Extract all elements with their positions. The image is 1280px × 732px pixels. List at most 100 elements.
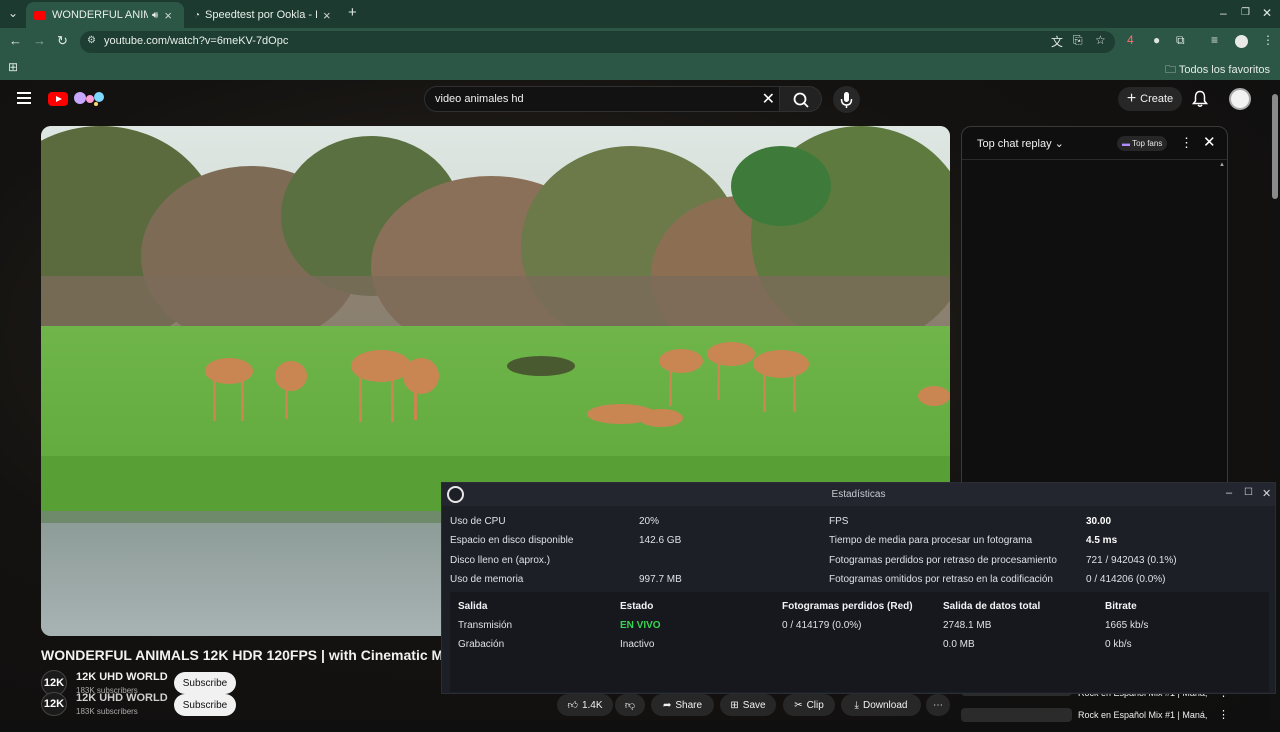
save-playlist-icon: ⊞ bbox=[730, 699, 739, 711]
bookmarks-bar: ⊞ 🗀︎ Todos los favoritos bbox=[0, 56, 1280, 80]
dislike-button[interactable]: 👎︎ bbox=[615, 694, 645, 716]
stat-value: 4.5 ms bbox=[1086, 535, 1118, 546]
all-bookmarks-label: Todos los favoritos bbox=[1178, 64, 1270, 76]
all-bookmarks[interactable]: 🗀︎ Todos los favoritos bbox=[1165, 61, 1270, 80]
new-tab-icon[interactable]: + bbox=[348, 4, 357, 21]
reading-list-icon[interactable]: ≡ bbox=[1211, 33, 1218, 47]
reload-icon[interactable]: ↻ bbox=[57, 33, 68, 49]
menu-hamburger-icon[interactable] bbox=[17, 92, 31, 107]
share-button[interactable]: ➦ Share bbox=[651, 694, 714, 716]
recommendation-item[interactable]: Rock en Español Mix #1 | Maná, ⋮ bbox=[961, 706, 1229, 732]
search-input[interactable]: video animales hd bbox=[435, 93, 524, 105]
translate-icon[interactable]: 文 bbox=[1051, 33, 1063, 50]
stat-label: Espacio en disco disponible bbox=[450, 535, 574, 546]
clip-label: Clip bbox=[806, 699, 824, 711]
download-button[interactable]: ⤓ Download bbox=[841, 694, 921, 716]
stat-value: 0 / 414206 (0.0%) bbox=[1086, 574, 1166, 585]
more-horizontal-icon: ⋯ bbox=[933, 699, 943, 711]
address-bar[interactable]: ⚙ youtube.com/watch?v=6meKV-7dOpc bbox=[80, 31, 1115, 53]
profile-avatar-icon[interactable] bbox=[1235, 35, 1248, 48]
youtube-doodle-icon[interactable] bbox=[72, 89, 106, 109]
cast-icon[interactable]: ⎘ bbox=[1073, 33, 1083, 48]
extension-icon[interactable]: 4 bbox=[1127, 33, 1134, 47]
column-header: Fotogramas perdidos (Red) bbox=[782, 601, 913, 612]
apps-grid-icon[interactable]: ⊞ bbox=[8, 60, 18, 74]
close-window-icon[interactable]: ✕ bbox=[1262, 6, 1272, 20]
menu-kebab-icon[interactable]: ⋮ bbox=[1262, 33, 1274, 47]
like-button[interactable]: 👍︎ 1.4K bbox=[557, 694, 613, 716]
minimize-icon[interactable]: – bbox=[1226, 487, 1232, 499]
recommendation-more-icon[interactable]: ⋮ bbox=[1218, 708, 1229, 721]
recommendation-title[interactable]: Rock en Español Mix #1 | Maná, bbox=[1078, 710, 1207, 720]
subscribe-button[interactable]: Subscribe bbox=[174, 694, 236, 716]
table-cell: 0 / 414179 (0.0%) bbox=[782, 620, 862, 631]
column-header: Estado bbox=[620, 601, 654, 612]
search-box[interactable]: video animales hd ✕ bbox=[424, 86, 780, 112]
stat-label: Disco lleno en (aprox.) bbox=[450, 555, 551, 566]
stat-label: FPS bbox=[829, 516, 849, 527]
notifications-bell-icon[interactable] bbox=[1192, 90, 1208, 108]
stat-value: 997.7 MB bbox=[639, 574, 682, 585]
forward-icon[interactable]: → bbox=[33, 33, 46, 48]
voice-search-button[interactable] bbox=[833, 86, 860, 113]
account-avatar[interactable] bbox=[1229, 88, 1251, 110]
channel-name[interactable]: 12K UHD WORLD bbox=[76, 671, 168, 683]
table-cell: Transmisión bbox=[458, 620, 513, 631]
close-window-icon[interactable]: ✕ bbox=[1262, 487, 1271, 500]
bookmark-star-icon[interactable]: ☆ bbox=[1095, 33, 1106, 47]
close-tab-icon[interactable]: × bbox=[323, 8, 331, 23]
subscribe-button[interactable]: Subscribe bbox=[174, 672, 236, 694]
tab-speedtest[interactable]: ◔ Speedtest por Ookla - La prueba de vel… bbox=[186, 2, 342, 28]
search-button[interactable] bbox=[780, 86, 822, 112]
folder-icon: 🗀︎ bbox=[1165, 64, 1177, 76]
restore-icon[interactable]: ❐ bbox=[1241, 7, 1250, 18]
tab-title: Speedtest por Ookla - La prueba de veloc… bbox=[205, 9, 317, 21]
create-label: Create bbox=[1140, 93, 1174, 105]
extension-icon[interactable]: ● bbox=[1153, 33, 1160, 47]
clip-button[interactable]: ✂ Clip bbox=[783, 694, 835, 716]
search-icon bbox=[793, 92, 809, 108]
youtube-favicon-icon bbox=[34, 10, 46, 20]
table-cell: 0 kb/s bbox=[1105, 639, 1132, 650]
chat-header: Top chat replay ⌄ ▬ Top fans ⋮ ✕ bbox=[962, 127, 1227, 160]
audio-playing-icon[interactable]: 🔊︎ bbox=[152, 10, 158, 21]
top-fans-button[interactable]: ▬ Top fans bbox=[1117, 136, 1168, 151]
top-fans-label: Top fans bbox=[1132, 139, 1163, 148]
obs-stats-window: Estadísticas – ☐ ✕ Uso de CPU 20% Espaci… bbox=[441, 482, 1276, 694]
create-button[interactable]: + Create bbox=[1118, 87, 1182, 111]
minimize-icon[interactable]: – bbox=[1220, 6, 1227, 20]
tab-search-icon[interactable]: ⌄ bbox=[8, 6, 18, 20]
obs-title-bar[interactable]: Estadísticas – ☐ ✕ bbox=[442, 483, 1275, 506]
download-label: Download bbox=[862, 699, 908, 711]
thumbs-down-icon: 👎︎ bbox=[624, 700, 636, 711]
save-button[interactable]: ⊞ Save bbox=[720, 694, 776, 716]
back-icon[interactable]: ← bbox=[9, 33, 22, 48]
microphone-icon bbox=[840, 92, 853, 108]
close-chat-icon[interactable]: ✕ bbox=[1203, 133, 1216, 151]
chat-scroll-up-icon[interactable]: ▲ bbox=[1219, 162, 1225, 168]
close-tab-icon[interactable]: × bbox=[164, 8, 172, 23]
channel-avatar[interactable]: 12K bbox=[41, 692, 67, 716]
chat-mode-dropdown[interactable]: Top chat replay ⌄ bbox=[977, 137, 1064, 150]
site-info-icon[interactable]: ⚙ bbox=[87, 35, 96, 46]
save-label: Save bbox=[742, 699, 766, 711]
url-text[interactable]: youtube.com/watch?v=6meKV-7dOpc bbox=[104, 35, 288, 47]
outputs-table: Salida Estado Fotogramas perdidos (Red) … bbox=[450, 592, 1269, 692]
table-cell: 0.0 MB bbox=[943, 639, 975, 650]
stat-label: Tiempo de media para procesar un fotogra… bbox=[829, 535, 1033, 546]
tab-youtube[interactable]: WONDERFUL ANIMALS 12K HDR 120FPS | with … bbox=[26, 2, 184, 28]
table-cell: Grabación bbox=[458, 639, 505, 650]
clear-search-icon[interactable]: ✕ bbox=[762, 89, 775, 109]
extensions-puzzle-icon[interactable]: ⧉ bbox=[1176, 33, 1185, 48]
channel-name[interactable]: 12K UHD WORLD bbox=[76, 692, 168, 704]
more-actions-button[interactable]: ⋯ bbox=[926, 694, 950, 716]
like-count: 1.4K bbox=[581, 699, 603, 711]
maximize-icon[interactable]: ☐ bbox=[1244, 487, 1253, 498]
stat-value: 142.6 GB bbox=[639, 535, 682, 546]
chat-more-icon[interactable]: ⋮ bbox=[1180, 135, 1193, 151]
scrollbar-thumb[interactable] bbox=[1272, 94, 1278, 199]
chevron-down-icon: ⌄ bbox=[1054, 138, 1064, 150]
tab-title: WONDERFUL ANIMALS 12K HDR 120FPS | with … bbox=[52, 9, 148, 21]
download-icon: ⤓ bbox=[854, 699, 859, 711]
youtube-logo-icon[interactable] bbox=[48, 92, 68, 106]
